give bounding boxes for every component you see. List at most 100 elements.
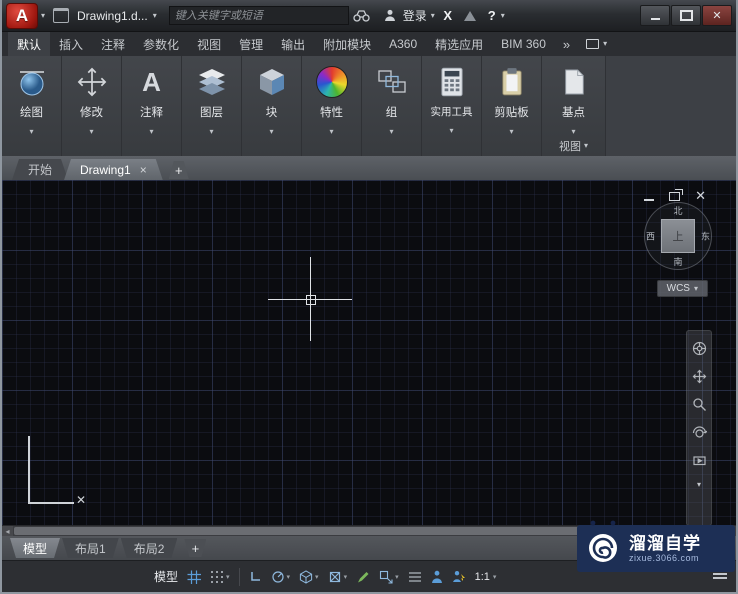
panel-flyout-icon[interactable]: ▾ (209, 127, 213, 136)
annotation-autoscale-icon[interactable] (452, 570, 466, 584)
panel-clipboard[interactable]: 剪贴板 ▾ (482, 56, 542, 156)
panel-draw[interactable]: 绘图 ▾ (2, 56, 62, 156)
panel-groups[interactable]: 组 ▾ (362, 56, 422, 156)
drawing-canvas[interactable]: ✕ 北 南 西 东 上 WCS ▾ ▾ ✕ ◂ (2, 180, 736, 536)
maximize-button[interactable] (671, 5, 701, 26)
panel-flyout-icon[interactable]: ▾ (149, 127, 153, 136)
ribbon-tab-bim360[interactable]: BIM 360 (492, 32, 555, 56)
search-input[interactable] (168, 6, 349, 26)
isometric-drafting-icon[interactable]: ▾ (299, 569, 319, 584)
clipboard-icon (500, 61, 524, 103)
model-space-button[interactable]: 模型 (154, 568, 178, 585)
alert-icon[interactable] (461, 6, 479, 26)
exchange-apps-icon[interactable]: X (439, 6, 457, 26)
drawing-minimize-icon[interactable] (644, 198, 655, 201)
ribbon-tab-view[interactable]: 视图 (188, 32, 230, 56)
isometric-dropdown-icon[interactable]: ▾ (315, 573, 319, 581)
quick-access-dropdown-icon[interactable]: ▾ (153, 11, 157, 20)
ortho-mode-icon[interactable] (249, 570, 262, 583)
logo-dropdown-icon[interactable]: ▾ (41, 11, 45, 20)
viewcube-west-label[interactable]: 西 (646, 230, 655, 243)
ribbon-tab-parametric[interactable]: 参数化 (134, 32, 188, 56)
lineweight-pencil-icon[interactable] (356, 570, 370, 584)
file-tab-start[interactable]: 开始 (12, 159, 68, 180)
annotation-visibility-icon[interactable] (431, 570, 443, 584)
drawing-restore-icon[interactable] (669, 188, 684, 201)
panel-properties[interactable]: 特性 ▾ (302, 56, 362, 156)
panel-modify[interactable]: 修改 ▾ (62, 56, 122, 156)
help-dropdown-icon[interactable]: ▾ (501, 11, 505, 20)
ribbon-tab-insert[interactable]: 插入 (50, 32, 92, 56)
quick-access-window-icon[interactable] (53, 8, 70, 23)
osnap-dropdown-icon[interactable]: ▾ (344, 573, 348, 581)
panel-flyout-icon[interactable]: ▾ (29, 127, 33, 136)
close-button[interactable]: ✕ (702, 5, 732, 26)
viewcube-top-face[interactable]: 上 (661, 219, 695, 253)
watermark-text: 溜溜自学 zixue.3066.com (629, 534, 701, 564)
object-snap-tracking-icon[interactable]: ▾ (328, 570, 348, 584)
wcs-dropdown[interactable]: WCS ▾ (656, 280, 708, 297)
panel-block[interactable]: 块 ▾ (242, 56, 302, 156)
pan-icon[interactable] (692, 369, 707, 384)
steering-wheel-icon[interactable] (692, 341, 707, 356)
selection-cycling-icon[interactable]: ▾ (379, 570, 399, 584)
ribbon-tab-a360[interactable]: A360 (380, 32, 426, 56)
tab-overflow-icon[interactable]: » (555, 32, 578, 56)
snap-mode-icon[interactable]: ▾ (210, 570, 230, 584)
search-binoculars-icon[interactable] (353, 6, 371, 26)
annotation-scale-button[interactable]: 1:1 ▾ (475, 571, 497, 583)
ribbon-tab-manage[interactable]: 管理 (230, 32, 272, 56)
ribbon-minimize-dropdown-icon: ▾ (603, 39, 608, 48)
navbar-dropdown-icon[interactable]: ▾ (697, 481, 701, 489)
scrollbar-thumb[interactable] (14, 527, 608, 535)
login-dropdown-icon[interactable]: ▾ (431, 11, 435, 20)
panel-view[interactable]: 基点 ▾ 视图 ▾ (542, 56, 606, 156)
scroll-left-arrow-icon[interactable]: ◂ (2, 526, 13, 536)
panel-flyout-icon[interactable]: ▾ (571, 127, 575, 136)
panel-label: 注释 (140, 107, 163, 119)
crosshair-pickbox (306, 295, 316, 305)
panel-flyout-icon[interactable]: ▾ (389, 127, 393, 136)
viewcube-east-label[interactable]: 东 (701, 230, 710, 243)
file-tab-drawing1[interactable]: Drawing1 × (64, 159, 163, 180)
minimize-button[interactable] (640, 5, 670, 26)
layout-tab-layout1[interactable]: 布局1 (62, 538, 119, 558)
panel-flyout-icon[interactable]: ▾ (329, 127, 333, 136)
viewcube-north-label[interactable]: 北 (673, 204, 682, 217)
new-drawing-tab-button[interactable]: + (169, 161, 189, 179)
scale-label: 1:1 (474, 570, 490, 583)
help-button[interactable]: ? (483, 6, 501, 26)
panel-utilities[interactable]: 实用工具 ▾ (422, 56, 482, 156)
ribbon-tab-featured-apps[interactable]: 精选应用 (426, 32, 492, 56)
polar-dropdown-icon[interactable]: ▾ (287, 573, 291, 581)
ribbon-tab-output[interactable]: 输出 (272, 32, 314, 56)
new-layout-button[interactable]: + (184, 539, 206, 557)
panel-flyout-icon[interactable]: ▾ (269, 127, 273, 136)
orbit-icon[interactable] (692, 425, 707, 440)
panel-flyout-icon[interactable]: ▾ (449, 126, 453, 135)
panel-flyout-icon[interactable]: ▾ (89, 127, 93, 136)
layout-tab-layout2[interactable]: 布局2 (121, 538, 178, 558)
viewcube-south-label[interactable]: 南 (673, 255, 682, 268)
layout-tab-model[interactable]: 模型 (10, 538, 60, 558)
polar-tracking-icon[interactable]: ▾ (271, 570, 291, 584)
login-button[interactable]: 登录 ▾ (381, 6, 435, 26)
showmotion-icon[interactable] (692, 453, 707, 468)
file-tab-bar: 开始 Drawing1 × + (2, 156, 736, 180)
ribbon-tab-annotate[interactable]: 注释 (92, 32, 134, 56)
selection-dropdown-icon[interactable]: ▾ (395, 573, 399, 581)
ribbon-tab-home[interactable]: 默认 (8, 32, 51, 56)
three-lines-icon[interactable] (408, 571, 422, 583)
panel-layers[interactable]: 图层 ▾ (182, 56, 242, 156)
panel-annotate[interactable]: A 注释 ▾ (122, 56, 182, 156)
zoom-icon[interactable] (692, 397, 707, 412)
panel-flyout-icon[interactable]: ▾ (509, 127, 513, 136)
app-logo-button[interactable]: A ▾ (6, 2, 45, 29)
tab-close-icon[interactable]: × (140, 163, 147, 177)
ribbon-tab-addins[interactable]: 附加模块 (314, 32, 380, 56)
snap-dropdown-icon[interactable]: ▾ (226, 573, 230, 581)
panel-title-view[interactable]: 视图 ▾ (542, 138, 605, 154)
ribbon-minimize-button[interactable]: ▾ (578, 32, 615, 56)
viewcube[interactable]: 北 南 西 东 上 (644, 202, 712, 270)
grid-display-icon[interactable] (187, 570, 202, 584)
